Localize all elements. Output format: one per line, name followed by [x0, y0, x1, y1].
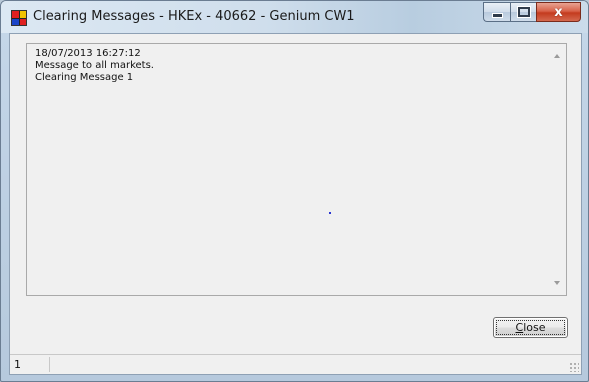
close-button-mnemonic: C: [515, 321, 524, 334]
dialog-window: Clearing Messages - HKEx - 40662 - Geniu…: [0, 0, 589, 382]
scroll-up-arrow-icon[interactable]: [554, 54, 560, 58]
close-button[interactable]: Close: [493, 317, 568, 338]
resize-grip-icon[interactable]: [569, 362, 579, 372]
window-controls: x: [483, 2, 581, 22]
message-text: 18/07/2013 16:27:12 Message to all marke…: [35, 48, 544, 84]
minimize-button[interactable]: [483, 2, 510, 22]
vertical-scrollbar[interactable]: [549, 44, 566, 295]
status-bar: 1: [10, 354, 581, 374]
title-bar[interactable]: Clearing Messages - HKEx - 40662 - Geniu…: [1, 1, 588, 33]
message-line: Clearing Message 1: [35, 72, 134, 83]
message-line: Message to all markets.: [35, 60, 154, 71]
scroll-down-arrow-icon[interactable]: [554, 281, 560, 285]
maximize-button[interactable]: [510, 2, 536, 22]
message-textbox[interactable]: 18/07/2013 16:27:12 Message to all marke…: [26, 43, 567, 296]
stray-dot: [329, 212, 331, 214]
message-timestamp: 18/07/2013 16:27:12: [35, 48, 141, 59]
maximize-icon: [516, 6, 531, 18]
app-icon[interactable]: [11, 10, 27, 26]
close-icon: x: [554, 4, 563, 20]
status-pane-count: 1: [12, 357, 50, 372]
window-close-button[interactable]: x: [536, 2, 581, 22]
minimize-icon: [491, 12, 503, 18]
client-area: 18/07/2013 16:27:12 Message to all marke…: [9, 33, 582, 375]
window-title: Clearing Messages - HKEx - 40662 - Geniu…: [33, 9, 355, 24]
close-button-label: lose: [523, 321, 546, 334]
